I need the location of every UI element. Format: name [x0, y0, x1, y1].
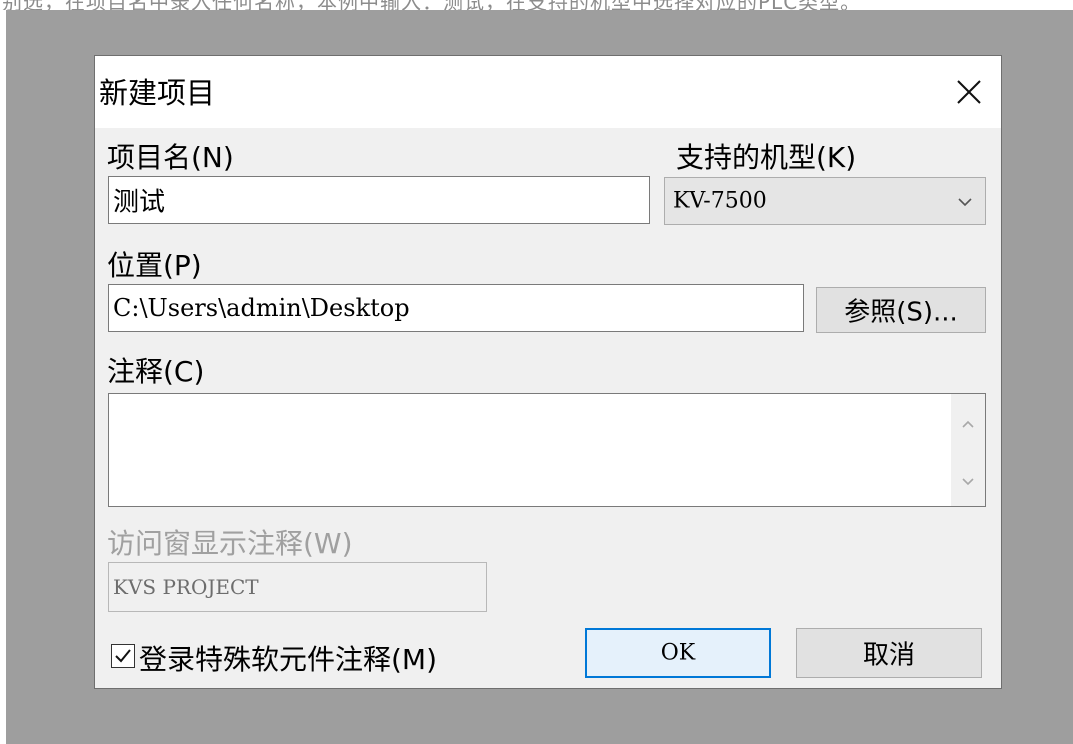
background-caption-text: 别选，在项目名中录入任何名称，本例中输入：测试，在支持的机型中选择对应的PLC类…: [2, 0, 861, 10]
project-name-value: 测试: [113, 187, 166, 218]
cancel-button[interactable]: 取消: [796, 628, 982, 678]
dialog-titlebar: 新建项目: [95, 56, 1001, 128]
comment-label: 注释(C): [107, 355, 205, 388]
register-special-checkbox[interactable]: [111, 644, 135, 668]
close-icon: [957, 80, 981, 104]
scroll-down-icon[interactable]: [958, 472, 978, 492]
model-select[interactable]: KV-7500: [664, 177, 986, 225]
access-window-comment-label: 访问窗显示注释(W): [107, 527, 353, 560]
check-icon: [115, 649, 131, 663]
register-special-label[interactable]: 登录特殊软元件注释(M): [139, 638, 437, 678]
model-value: KV-7500: [673, 188, 767, 214]
location-label: 位置(P): [107, 249, 202, 282]
cancel-button-label: 取消: [862, 640, 915, 671]
access-window-comment-input: KVS PROJECT: [108, 562, 487, 612]
browse-button-label: 参照(S)...: [844, 297, 958, 328]
location-input[interactable]: C:\Users\admin\Desktop: [108, 284, 804, 332]
model-label: 支持的机型(K): [676, 141, 857, 174]
comment-scrollbar[interactable]: [951, 394, 985, 506]
background-caption: 别选，在项目名中录入任何名称，本例中输入：测试，在支持的机型中选择对应的PLC类…: [0, 0, 1073, 10]
project-name-label: 项目名(N): [107, 141, 234, 174]
ok-button[interactable]: OK: [585, 628, 771, 678]
ok-button-label: OK: [660, 640, 696, 666]
dialog-title: 新建项目: [99, 76, 216, 110]
project-name-input[interactable]: 测试: [108, 176, 650, 224]
browse-button[interactable]: 参照(S)...: [816, 287, 986, 333]
comment-textarea[interactable]: [108, 393, 986, 507]
new-project-dialog: 新建项目 项目名(N) 测试 支持的机型(K) KV-7500 位置(P) C:…: [94, 55, 1002, 689]
access-window-comment-value: KVS PROJECT: [113, 575, 259, 599]
scroll-up-icon[interactable]: [958, 414, 978, 434]
close-button[interactable]: [945, 68, 993, 116]
chevron-down-icon: [958, 198, 972, 207]
location-value: C:\Users\admin\Desktop: [113, 294, 410, 322]
